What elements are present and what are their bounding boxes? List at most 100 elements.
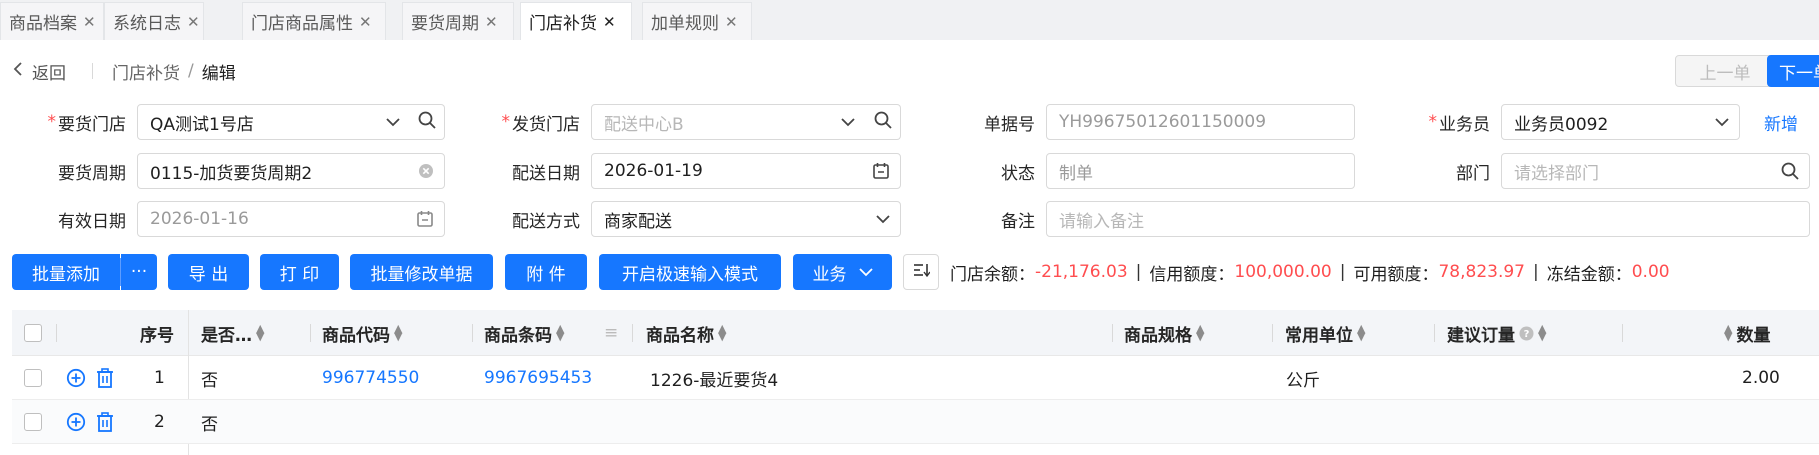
more-button[interactable]: ··· [121, 254, 157, 290]
label-text: 部门 [1456, 163, 1490, 184]
help-icon[interactable]: ? [1519, 326, 1534, 341]
button-label: 附 件 [526, 264, 566, 285]
select-value: QA测试1号店 [150, 114, 254, 135]
col-qty[interactable]: ▲ ▼ 数量 [1724, 310, 1770, 356]
col-flag[interactable]: 是否… ▲ ▼ [201, 310, 264, 356]
sort-icon[interactable]: ▲ ▼ [1357, 323, 1365, 342]
row-checkbox[interactable] [24, 400, 42, 444]
next-order-button[interactable]: 下一单 [1767, 55, 1819, 87]
close-icon[interactable]: ✕ [603, 13, 616, 31]
req-store-search-button[interactable] [410, 104, 445, 140]
sort-icon[interactable]: ▲ ▼ [256, 323, 264, 342]
prev-order-button[interactable]: 上一单 [1675, 55, 1775, 87]
add-salesman-link[interactable]: 新增 [1764, 104, 1798, 140]
col-unit[interactable]: 常用单位 ▲ ▼ [1285, 310, 1365, 356]
tab-goods-archive[interactable]: 商品档案 ✕ [0, 2, 104, 40]
cell-text: 9967695453 [484, 368, 593, 388]
checkbox[interactable] [24, 369, 42, 387]
col-suggest[interactable]: 建议订量 ? ▲ ▼ [1447, 310, 1546, 356]
col-spec[interactable]: 商品规格 ▲ ▼ [1124, 310, 1204, 356]
ship-store-search-button[interactable] [865, 104, 901, 140]
print-button[interactable]: 打 印 [260, 254, 339, 290]
delivery-date-label: 配送日期 [470, 153, 580, 189]
batch-edit-button[interactable]: 批量修改单据 [350, 254, 493, 290]
tab-store-replenish[interactable]: 门店补货 ✕ [520, 2, 632, 40]
column-divider[interactable] [1622, 324, 1623, 342]
drag-handle-icon[interactable]: ≡ [604, 310, 618, 356]
add-row-icon[interactable] [66, 356, 86, 400]
delivery-date-picker[interactable]: 2026-01-19 [591, 153, 901, 189]
col-code[interactable]: 商品代码 ▲ ▼ [322, 310, 402, 356]
row-code-link[interactable]: 996774550 [322, 356, 419, 400]
balance-summary: 门店余额： -21,176.03 | 信用额度： 100,000.00 | 可用… [950, 254, 1670, 290]
delete-row-icon[interactable] [96, 356, 114, 400]
field-value: YH99675012601150009 [1059, 112, 1267, 132]
select-all-checkbox[interactable] [24, 310, 42, 356]
fast-input-button[interactable]: 开启极速输入模式 [599, 254, 781, 290]
close-icon[interactable]: ✕ [359, 13, 372, 31]
col-barcode[interactable]: 商品条码 ▲ ▼ [484, 310, 564, 356]
ship-store-select[interactable]: 配送中心B [591, 104, 866, 140]
search-icon[interactable] [1781, 154, 1799, 188]
sort-icon[interactable]: ▲ ▼ [556, 323, 564, 342]
remark-input[interactable]: 请输入备注 [1046, 201, 1810, 237]
sort-icon[interactable]: ▲ ▼ [1538, 323, 1546, 342]
column-divider[interactable] [1434, 324, 1435, 342]
dept-select[interactable]: 请选择部门 [1501, 153, 1810, 189]
dept-label: 部门 [1400, 153, 1490, 189]
col-seq: 序号 [140, 310, 174, 356]
tab-store-goods-attr[interactable]: 门店商品属性 ✕ [242, 2, 386, 40]
close-icon[interactable]: ✕ [485, 13, 498, 31]
button-label: 打 印 [279, 264, 320, 285]
breadcrumb-parent[interactable]: 门店补货 [112, 59, 180, 84]
sort-icon[interactable]: ▲ ▼ [394, 323, 402, 342]
tab-add-order-rule[interactable]: 加单规则 ✕ [642, 2, 752, 40]
tab-label: 门店商品属性 [251, 14, 353, 34]
row-qty[interactable]: 2.00 [1742, 356, 1780, 400]
column-divider[interactable] [632, 324, 633, 342]
cycle-field[interactable]: 0115-加货要货周期2 [137, 153, 445, 189]
sort-icon[interactable]: ▲ ▼ [718, 323, 726, 342]
header-label: 数量 [1736, 325, 1771, 346]
back-label: 返回 [32, 63, 66, 84]
valid-date-picker: 2026-01-16 [137, 201, 445, 237]
button-label: 批量修改单据 [370, 264, 473, 285]
delivery-method-select[interactable]: 商家配送 [591, 201, 901, 237]
req-store-select[interactable]: QA测试1号店 [137, 104, 411, 140]
close-icon[interactable]: ✕ [187, 13, 200, 31]
attachment-button[interactable]: 附 件 [505, 254, 587, 290]
select-value: 商家配送 [604, 211, 672, 232]
tab-order-cycle[interactable]: 要货周期 ✕ [402, 2, 514, 40]
col-name[interactable]: 商品名称 ▲ ▼ [646, 310, 726, 356]
checkbox[interactable] [24, 324, 42, 342]
column-divider[interactable] [472, 324, 473, 342]
calendar-icon [416, 202, 434, 236]
business-dropdown-button[interactable]: 业务 [793, 254, 892, 290]
tab-label: 系统日志 [113, 14, 181, 34]
row-seq: 2 [154, 400, 165, 444]
salesman-select[interactable]: 业务员0092 [1501, 104, 1740, 140]
add-row-icon[interactable] [66, 400, 86, 444]
column-divider[interactable] [1112, 324, 1113, 342]
column-divider[interactable] [56, 324, 57, 342]
batch-add-button[interactable]: 批量添加 [12, 254, 120, 290]
columns-icon [912, 262, 931, 283]
tab-label: 商品档案 [9, 14, 77, 34]
column-settings-button[interactable] [903, 254, 939, 290]
column-divider[interactable] [1272, 324, 1273, 342]
export-button[interactable]: 导 出 [168, 254, 249, 290]
tab-system-log[interactable]: 系统日志 ✕ [104, 2, 204, 40]
delete-row-icon[interactable] [96, 400, 114, 444]
close-icon[interactable]: ✕ [725, 13, 738, 31]
row-flag: 否 [201, 400, 218, 444]
sort-icon[interactable]: ▲ ▼ [1724, 323, 1732, 342]
sort-icon[interactable]: ▲ ▼ [1196, 323, 1204, 342]
valid-date-label: 有效日期 [20, 201, 126, 237]
row-barcode-link[interactable]: 9967695453 [484, 356, 592, 400]
checkbox[interactable] [24, 413, 42, 431]
clear-icon[interactable] [418, 154, 434, 188]
back-link[interactable]: 返回 [12, 56, 66, 86]
row-checkbox[interactable] [24, 356, 42, 400]
close-icon[interactable]: ✕ [83, 13, 96, 31]
column-divider[interactable] [310, 324, 311, 342]
